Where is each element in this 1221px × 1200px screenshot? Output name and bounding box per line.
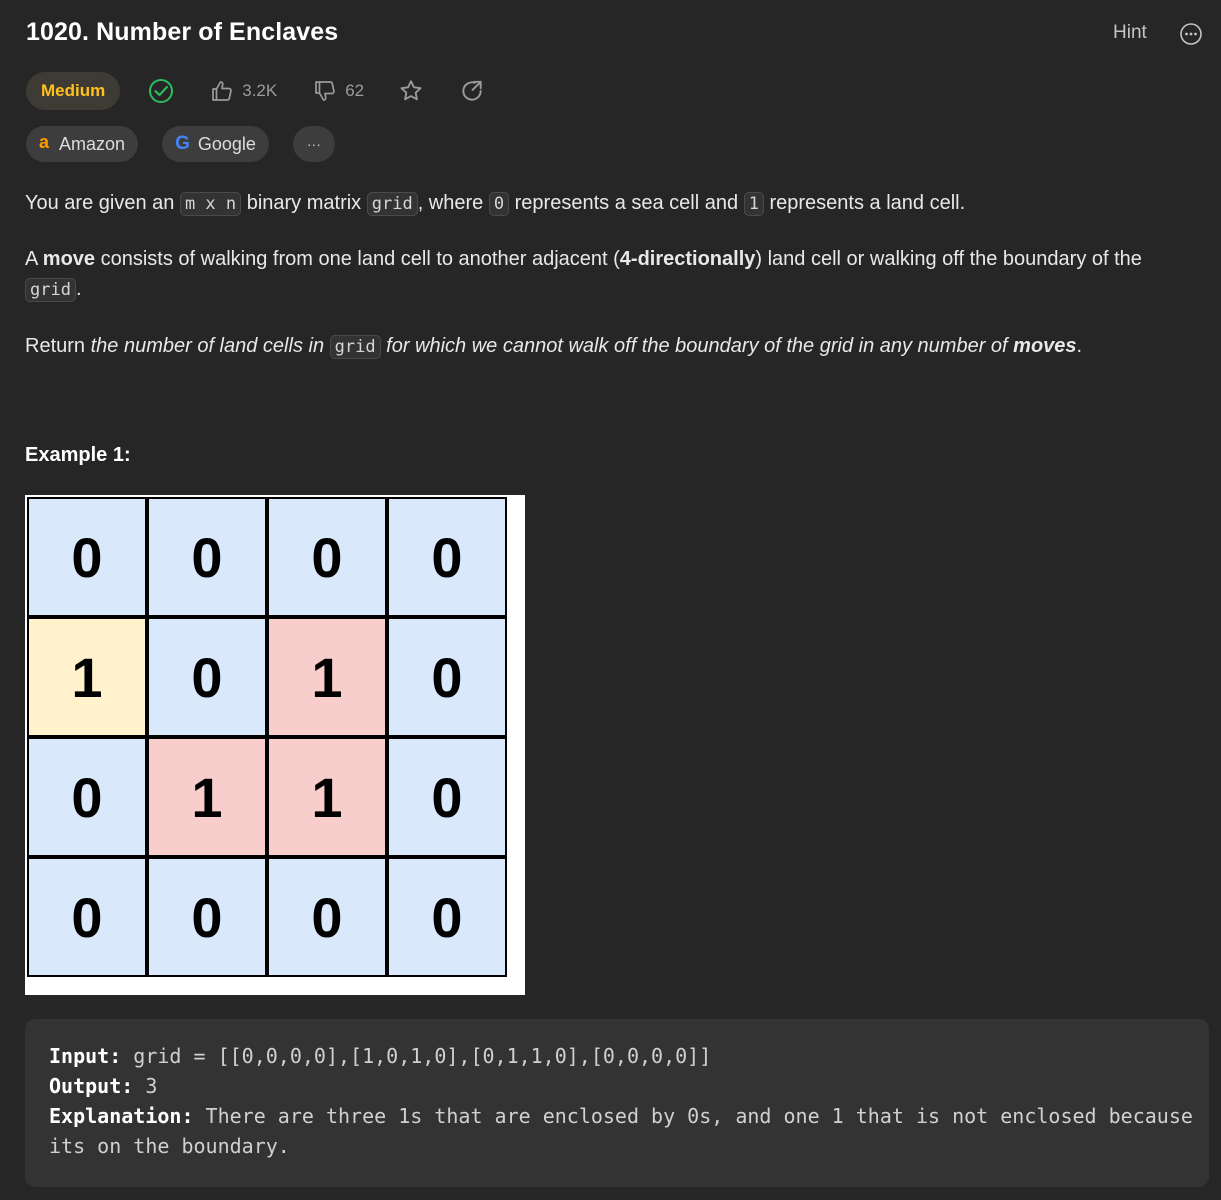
company-tag-amazon[interactable]: a Amazon bbox=[26, 126, 139, 162]
share-icon[interactable] bbox=[459, 78, 485, 104]
inline-code: m x n bbox=[179, 192, 242, 216]
like-button[interactable]: 3.2K bbox=[210, 79, 277, 103]
description-paragraph-1: You are given an m x n binary matrix gri… bbox=[25, 192, 966, 216]
example-text: Input: grid = [[0,0,0,0],[1,0,1,0],[0,1,… bbox=[49, 1044, 1205, 1158]
example-title: Example 1: bbox=[25, 444, 131, 466]
company-name: Amazon bbox=[59, 133, 126, 154]
grid-cell: 0 bbox=[147, 617, 267, 737]
description-paragraph-3: Return the number of land cells in grid … bbox=[25, 335, 1083, 359]
more-options-icon[interactable] bbox=[1179, 22, 1203, 46]
google-logo-icon: G bbox=[175, 133, 190, 154]
example-code-block: Input: grid = [[0,0,0,0],[1,0,1,0],[0,1,… bbox=[25, 1019, 1209, 1187]
star-favorite-icon[interactable] bbox=[398, 78, 424, 104]
inline-code: grid bbox=[25, 278, 76, 302]
solved-check-icon bbox=[149, 79, 174, 103]
grid-cell: 1 bbox=[147, 737, 267, 857]
grid-cell: 0 bbox=[147, 497, 267, 617]
company-tags: a Amazon G Google ··· bbox=[26, 126, 335, 162]
grid-cell: 0 bbox=[27, 737, 147, 857]
inline-code: grid bbox=[329, 335, 381, 359]
amazon-logo-icon: a bbox=[39, 131, 50, 152]
grid-cell: 0 bbox=[267, 857, 387, 977]
problem-meta-bar: Medium 3.2K 62 bbox=[26, 72, 485, 110]
thumbs-up-icon bbox=[212, 81, 233, 101]
inline-code: 0 bbox=[488, 192, 510, 216]
grid-cell: 0 bbox=[27, 497, 147, 617]
difficulty-badge: Medium bbox=[26, 72, 121, 110]
problem-title: 1020. Number of Enclaves bbox=[26, 18, 339, 46]
ellipsis-icon: ··· bbox=[306, 136, 321, 152]
more-companies-button[interactable]: ··· bbox=[292, 126, 335, 162]
example-grid-image: 0000101001100000 bbox=[25, 495, 525, 995]
grid-cell: 1 bbox=[267, 617, 387, 737]
grid-cell: 1 bbox=[267, 737, 387, 857]
description-paragraph-2: A move consists of walking from one land… bbox=[25, 248, 1142, 302]
inline-code: grid bbox=[366, 192, 418, 216]
grid-cell: 0 bbox=[387, 497, 507, 617]
dislike-count: 62 bbox=[345, 81, 365, 100]
grid-cell: 0 bbox=[387, 857, 507, 977]
grid-cell: 0 bbox=[387, 617, 507, 737]
like-count: 3.2K bbox=[242, 81, 278, 100]
grid-cell: 0 bbox=[387, 737, 507, 857]
grid-cell: 1 bbox=[27, 617, 147, 737]
company-name: Google bbox=[197, 133, 256, 154]
inline-code: 1 bbox=[743, 192, 764, 216]
grid-cell: 0 bbox=[267, 497, 387, 617]
company-tag-google[interactable]: G Google bbox=[162, 126, 269, 162]
dislike-button[interactable]: 62 bbox=[313, 79, 364, 103]
grid-cell: 0 bbox=[27, 857, 147, 977]
hint-button[interactable]: Hint bbox=[1113, 22, 1147, 44]
thumbs-down-icon bbox=[315, 81, 336, 101]
grid-cell: 0 bbox=[147, 857, 267, 977]
